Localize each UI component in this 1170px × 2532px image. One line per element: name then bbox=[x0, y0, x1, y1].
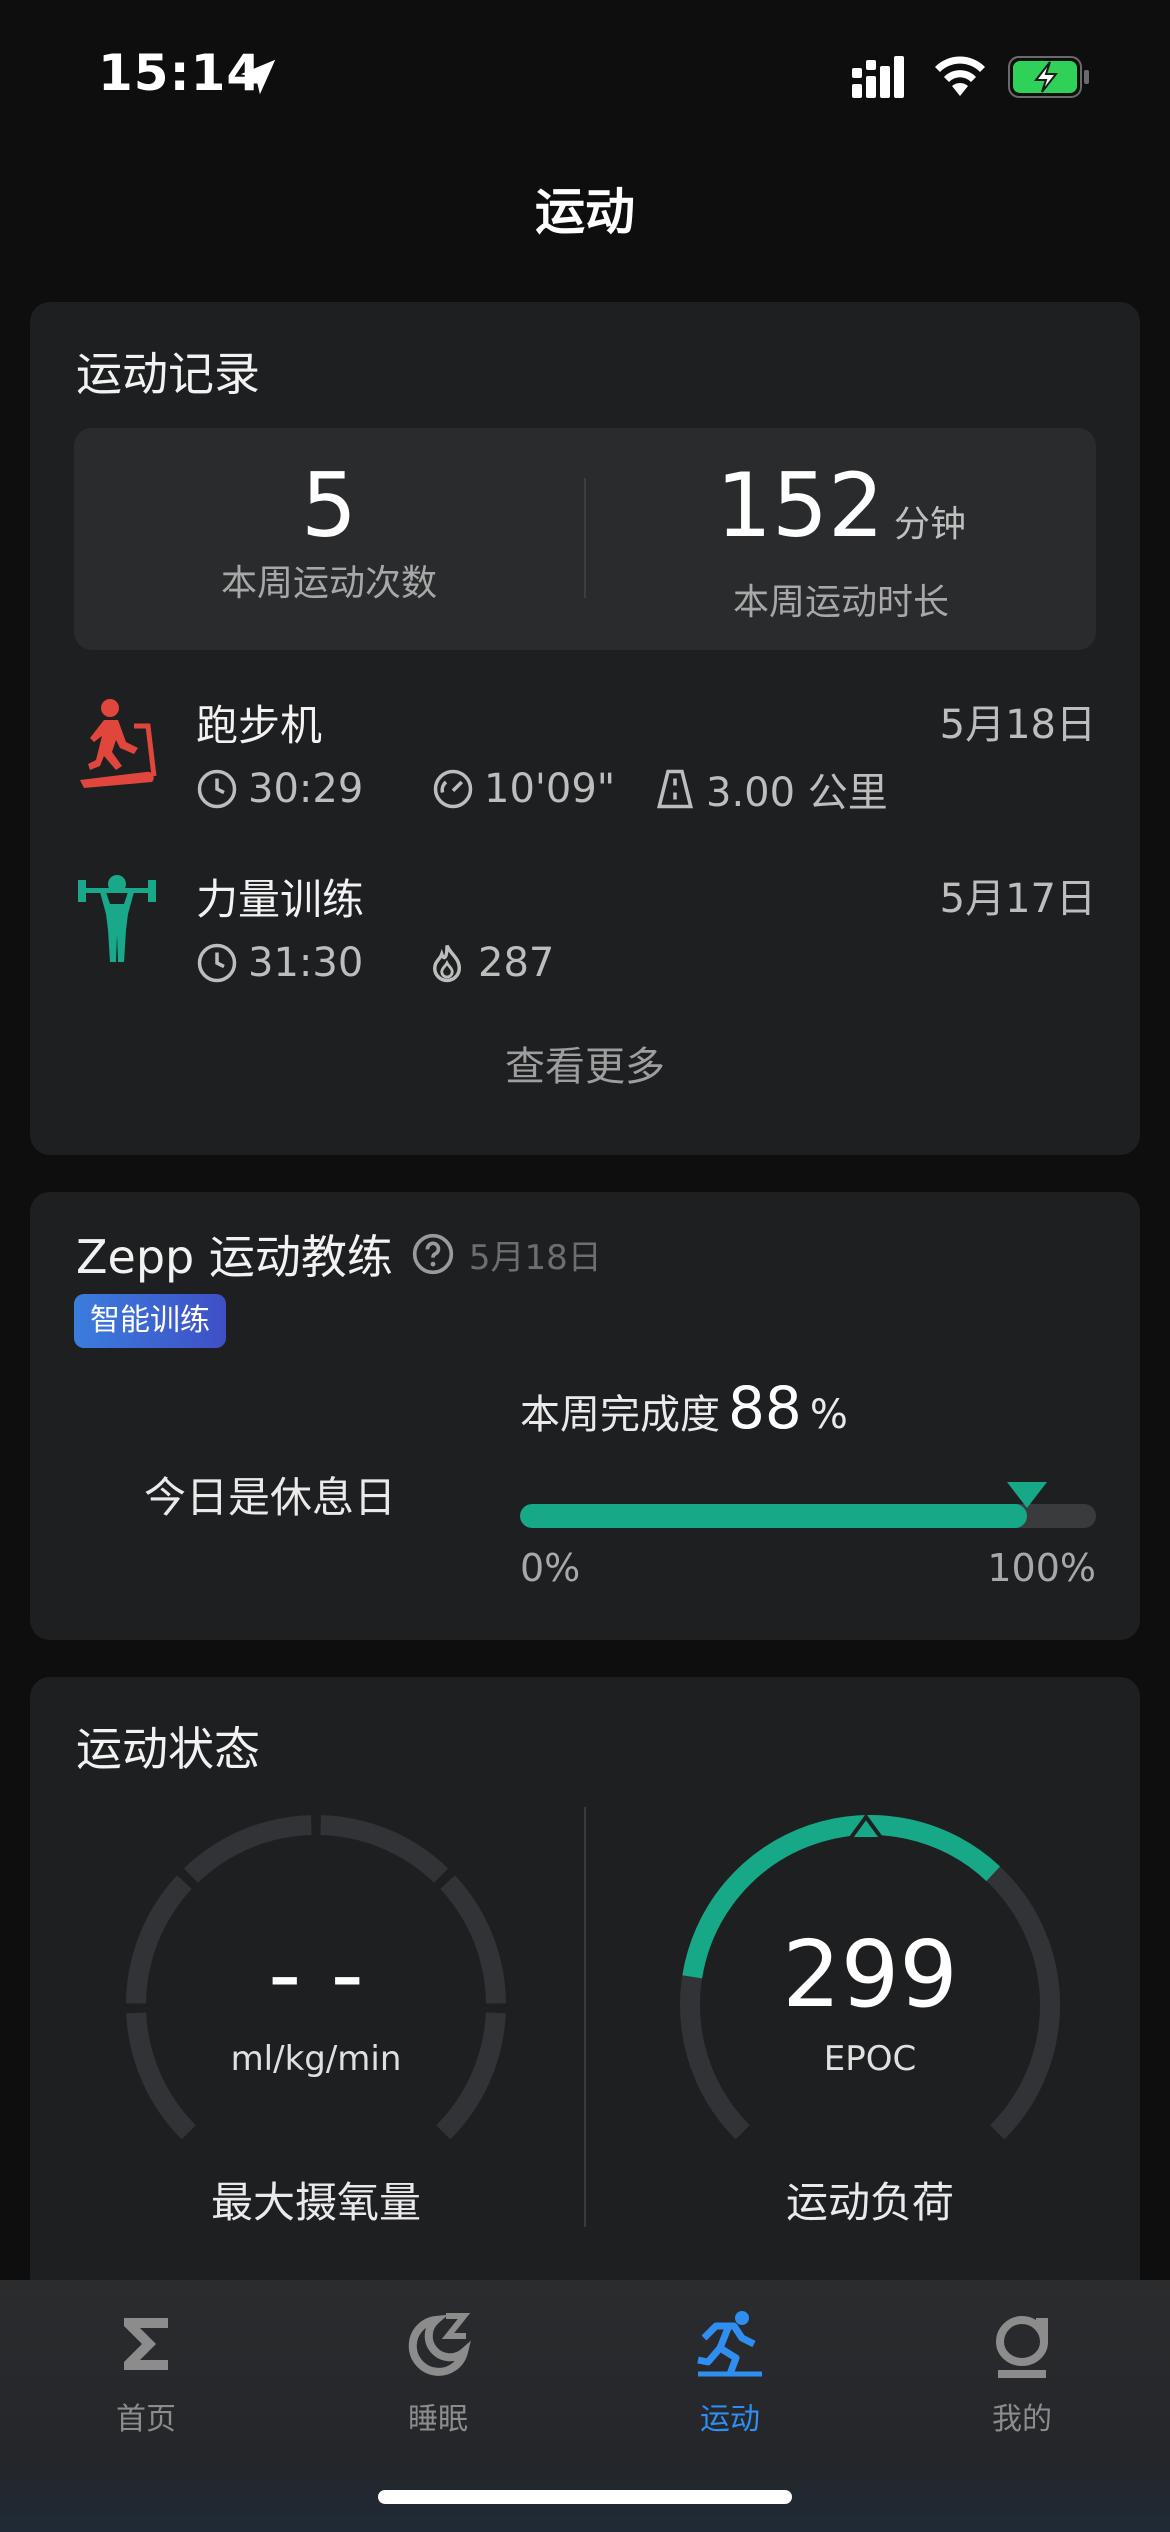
road-distance-icon bbox=[657, 769, 693, 809]
tab-home[interactable]: 首页 bbox=[26, 2308, 266, 2458]
vo2max-value: - - bbox=[268, 1921, 364, 2028]
flame-icon bbox=[432, 944, 462, 983]
vo2max-unit: ml/kg/min bbox=[230, 2039, 402, 2079]
tab-label: 运动 bbox=[700, 2402, 760, 2437]
vo2max-gauge-segment bbox=[184, 1815, 312, 1883]
activity-distance: 3.00 公里 bbox=[654, 764, 888, 816]
completion-progress-fill bbox=[520, 1504, 1027, 1528]
sigma-home-icon bbox=[124, 2318, 168, 2370]
wifi-icon bbox=[935, 56, 985, 96]
calories-value: 287 bbox=[478, 940, 555, 986]
exercise-records-card[interactable]: 运动记录 5 本周运动次数 152 分钟 本周运动时长 跑步机 5月18日 30:… bbox=[30, 302, 1140, 1155]
week-duration-value: 152 bbox=[716, 454, 884, 557]
status-title: 运动状态 bbox=[76, 1722, 260, 1776]
profile-icon bbox=[996, 2316, 1048, 2378]
week-count-label: 本周运动次数 bbox=[220, 563, 437, 604]
running-icon bbox=[697, 2311, 762, 2377]
tab-label: 我的 bbox=[992, 2402, 1052, 2437]
completion-label: 本周完成度 bbox=[520, 1392, 720, 1438]
cellular-signal-icon bbox=[852, 56, 904, 98]
week-duration-block: 152 分钟 本周运动时长 bbox=[586, 458, 1096, 625]
vo2max-gauge-segment bbox=[320, 1815, 448, 1883]
tab-profile[interactable]: 我的 bbox=[902, 2308, 1142, 2458]
clock-icon bbox=[197, 769, 237, 809]
speedometer-icon bbox=[433, 769, 473, 809]
see-more-button[interactable]: 查看更多 bbox=[30, 1034, 1140, 1092]
activity-date: 5月18日 bbox=[939, 702, 1096, 748]
treadmill-icon bbox=[80, 699, 157, 788]
exercise-status-card[interactable]: 运动状态 - - ml/kg/min 最大摄氧量 299 EPOC 运动负荷 bbox=[30, 1677, 1140, 2297]
tab-exercise[interactable]: 运动 bbox=[610, 2308, 850, 2458]
progress-max-label: 100% bbox=[987, 1546, 1096, 1590]
completion-value: 88 bbox=[728, 1374, 802, 1442]
activity-name: 跑步机 bbox=[196, 701, 323, 750]
vo2max-label: 最大摄氧量 bbox=[210, 2178, 421, 2227]
activity-pace: 10'09" bbox=[432, 764, 615, 814]
help-question-icon[interactable] bbox=[411, 1232, 455, 1276]
tab-label: 睡眠 bbox=[408, 2402, 468, 2437]
activity-calories: 287 bbox=[426, 938, 554, 988]
coach-date: 5月18日 bbox=[468, 1237, 602, 1278]
moon-sleep-icon bbox=[408, 2313, 471, 2376]
status-divider bbox=[584, 1807, 586, 2227]
epoc-gauge[interactable]: 299 EPOC bbox=[660, 1795, 1080, 2155]
progress-min-label: 0% bbox=[520, 1546, 581, 1590]
activity-duration: 30:29 bbox=[196, 764, 363, 814]
week-count-block: 5 本周运动次数 bbox=[74, 458, 584, 606]
smart-training-badge: 智能训练 bbox=[74, 1294, 226, 1348]
records-title: 运动记录 bbox=[76, 347, 260, 401]
home-indicator bbox=[378, 2490, 792, 2504]
location-arrow-icon bbox=[240, 59, 276, 95]
page-title: 运动 bbox=[535, 183, 635, 241]
tab-label: 首页 bbox=[116, 2402, 176, 2437]
weekly-completion: 本周完成度 88% bbox=[520, 1374, 848, 1442]
duration-value: 30:29 bbox=[248, 766, 364, 812]
battery-charging-icon bbox=[1008, 56, 1089, 98]
weekly-summary: 5 本周运动次数 152 分钟 本周运动时长 bbox=[74, 428, 1096, 650]
distance-value: 3.00 公里 bbox=[706, 770, 888, 816]
progress-marker-icon bbox=[1006, 1482, 1047, 1508]
clock-icon bbox=[197, 943, 237, 983]
vo2max-gauge[interactable]: - - ml/kg/min bbox=[106, 1795, 526, 2155]
activity-duration: 31:30 bbox=[196, 938, 363, 988]
week-duration-unit: 分钟 bbox=[893, 504, 966, 545]
completion-unit: % bbox=[809, 1392, 848, 1438]
activity-date: 5月17日 bbox=[939, 876, 1096, 922]
weightlifting-icon bbox=[78, 875, 156, 962]
tab-sleep[interactable]: 睡眠 bbox=[318, 2308, 558, 2458]
week-count-value: 5 bbox=[301, 454, 357, 557]
rest-day-text: 今日是休息日 bbox=[143, 1473, 396, 1522]
epoc-label: 运动负荷 bbox=[785, 2178, 954, 2227]
epoc-value: 299 bbox=[782, 1921, 958, 2028]
status-bar: 15:14 bbox=[0, 0, 1170, 150]
week-duration-label: 本周运动时长 bbox=[732, 582, 949, 623]
duration-value: 31:30 bbox=[248, 940, 364, 986]
activity-item-strength[interactable]: 力量训练 5月17日 31:30 287 bbox=[76, 866, 1096, 1006]
activity-name: 力量训练 bbox=[196, 875, 365, 924]
coach-header: Zepp 运动教练 5月18日 bbox=[76, 1222, 602, 1286]
epoc-unit: EPOC bbox=[823, 2039, 917, 2079]
pace-value: 10'09" bbox=[484, 766, 616, 812]
coach-title: Zepp 运动教练 bbox=[76, 1230, 393, 1284]
activity-item-treadmill[interactable]: 跑步机 5月18日 30:29 10'09" 3.00 公里 bbox=[76, 692, 1096, 832]
zepp-coach-card[interactable]: Zepp 运动教练 5月18日 智能训练 今日是休息日 本周完成度 88% 0% … bbox=[30, 1192, 1140, 1640]
